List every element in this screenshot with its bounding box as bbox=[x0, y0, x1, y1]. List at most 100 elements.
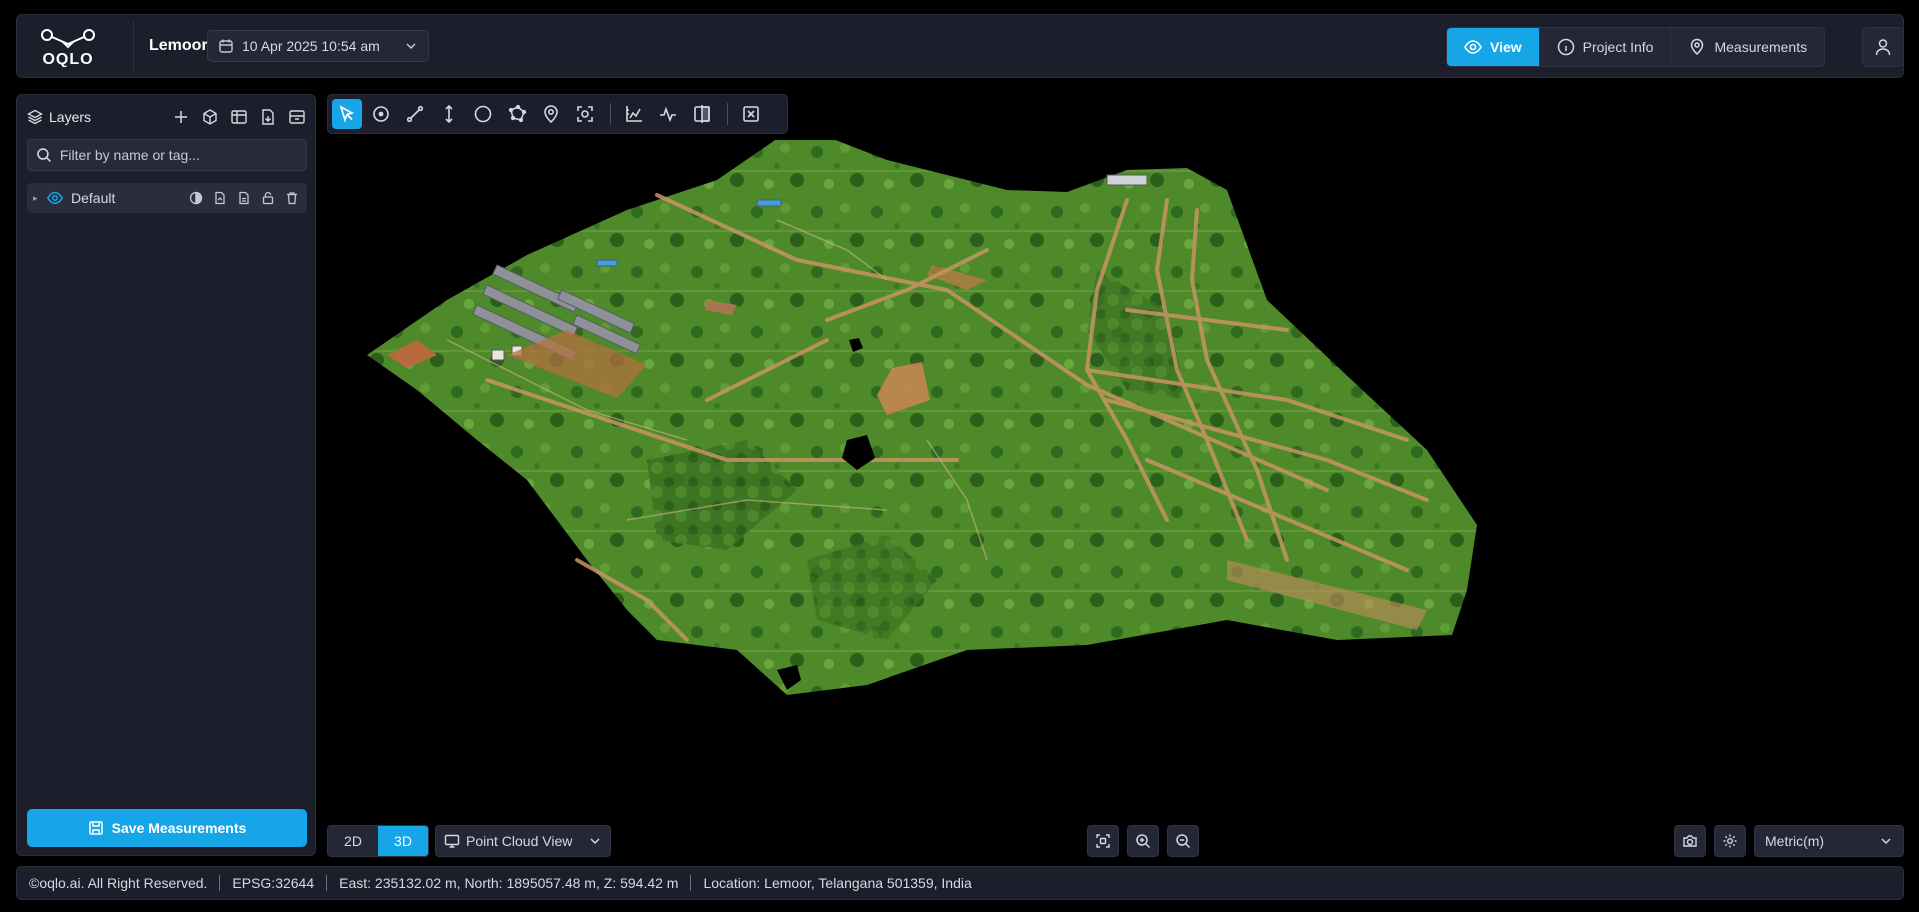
compare-tool-button[interactable] bbox=[687, 99, 717, 129]
measure-toolbar bbox=[327, 94, 788, 134]
layer-name: Default bbox=[71, 190, 116, 206]
select-tool-button[interactable] bbox=[332, 99, 362, 129]
user-menu-button[interactable] bbox=[1862, 27, 1904, 67]
chevron-down-icon bbox=[1881, 838, 1891, 845]
toolbar-separator bbox=[727, 103, 728, 125]
layer-actions bbox=[187, 189, 301, 207]
zoom-out-icon bbox=[1176, 834, 1191, 849]
layer-filter[interactable] bbox=[27, 139, 307, 171]
viewport-options: Metric(m) bbox=[1674, 825, 1904, 857]
project-name: Lemoor bbox=[149, 37, 208, 54]
layers-icon bbox=[27, 109, 43, 125]
search-icon bbox=[37, 148, 51, 163]
render-mode-select[interactable]: Point Cloud View bbox=[435, 825, 611, 857]
layers-title: Layers bbox=[49, 109, 92, 125]
settings-button[interactable] bbox=[1714, 825, 1746, 857]
units-value: Metric(m) bbox=[1765, 833, 1825, 849]
point-cloud-viewport[interactable] bbox=[327, 140, 1904, 860]
unlock-icon[interactable] bbox=[259, 189, 277, 207]
status-separator bbox=[326, 875, 328, 891]
zoom-in-button[interactable] bbox=[1127, 825, 1159, 857]
view-button[interactable]: View bbox=[1447, 28, 1540, 66]
polygon-icon bbox=[508, 104, 527, 123]
fit-screen-icon bbox=[1096, 834, 1110, 848]
focus-tool-button[interactable] bbox=[570, 99, 600, 129]
terrain-surface bbox=[367, 140, 1477, 695]
layer-filter-input[interactable] bbox=[59, 147, 298, 163]
mode-2d-button[interactable]: 2D bbox=[328, 826, 378, 856]
units-select[interactable]: Metric(m) bbox=[1754, 825, 1904, 857]
screenshot-button[interactable] bbox=[1674, 825, 1706, 857]
point-tool-button[interactable] bbox=[366, 99, 396, 129]
zoom-out-button[interactable] bbox=[1167, 825, 1199, 857]
monitor-icon bbox=[444, 834, 460, 848]
split-view-icon bbox=[694, 105, 710, 123]
toolbar-separator bbox=[610, 103, 611, 125]
status-bar: ©oqlo.ai. All Right Reserved. EPSG:32644… bbox=[16, 866, 1904, 900]
view-button-label: View bbox=[1490, 39, 1522, 55]
height-arrow-icon bbox=[445, 104, 453, 124]
opacity-icon[interactable] bbox=[187, 189, 205, 207]
dimension-toggle: 2D 3D bbox=[327, 825, 429, 857]
cursor-icon bbox=[339, 105, 355, 123]
app-root: OQLO Lemoor 10 Apr 2025 10:54 am View Pr… bbox=[0, 0, 1919, 912]
svg-text:OQLO: OQLO bbox=[42, 51, 93, 67]
status-separator bbox=[219, 875, 221, 891]
measurements-button[interactable]: Measurements bbox=[1671, 28, 1824, 66]
add-3d-model-icon[interactable] bbox=[200, 107, 220, 127]
eye-icon bbox=[1464, 40, 1482, 54]
area-tool-button[interactable] bbox=[502, 99, 532, 129]
date-picker[interactable]: 10 Apr 2025 10:54 am bbox=[207, 30, 429, 62]
circle-tool-button[interactable] bbox=[468, 99, 498, 129]
clear-tool-button[interactable] bbox=[736, 99, 766, 129]
marker-tool-button[interactable] bbox=[536, 99, 566, 129]
close-box-icon bbox=[743, 106, 759, 122]
eye-icon[interactable] bbox=[47, 190, 63, 206]
epsg-code: EPSG:32644 bbox=[232, 875, 315, 891]
copyright-text: ©oqlo.ai. All Right Reserved. bbox=[29, 875, 208, 891]
layers-header: Layers bbox=[27, 105, 307, 129]
height-tool-button[interactable] bbox=[434, 99, 464, 129]
render-mode-value: Point Cloud View bbox=[466, 833, 573, 849]
export-file-icon[interactable] bbox=[211, 189, 229, 207]
save-measurements-label: Save Measurements bbox=[111, 820, 247, 836]
map-pin-icon bbox=[544, 105, 558, 124]
info-icon bbox=[1557, 38, 1574, 56]
profile-tool-button[interactable] bbox=[619, 99, 649, 129]
measurements-label: Measurements bbox=[1714, 39, 1808, 55]
zoom-in-icon bbox=[1136, 834, 1151, 849]
header-divider bbox=[133, 21, 134, 73]
chart-axis-icon bbox=[626, 106, 642, 122]
chevron-down-icon bbox=[406, 43, 416, 50]
project-info-button[interactable]: Project Info bbox=[1540, 28, 1672, 66]
scan-icon bbox=[577, 106, 593, 122]
mode-3d-button[interactable]: 3D bbox=[378, 826, 428, 856]
view-nav-group: View Project Info Measurements bbox=[1446, 27, 1826, 67]
archive-icon[interactable] bbox=[287, 107, 307, 127]
layers-tools bbox=[171, 107, 307, 127]
circle-icon bbox=[474, 105, 492, 123]
expand-caret-icon[interactable]: ▸ bbox=[33, 193, 47, 204]
ruler-line-icon bbox=[406, 105, 424, 123]
add-layer-icon[interactable] bbox=[171, 107, 191, 127]
date-value: 10 Apr 2025 10:54 am bbox=[242, 38, 380, 54]
point-icon bbox=[373, 106, 389, 122]
chevron-down-icon bbox=[590, 838, 600, 845]
save-measurements-button[interactable]: Save Measurements bbox=[27, 809, 307, 847]
gear-icon bbox=[1723, 834, 1737, 848]
distance-tool-button[interactable] bbox=[400, 99, 430, 129]
map-pin-icon bbox=[1691, 38, 1704, 56]
duplicate-file-icon[interactable] bbox=[235, 189, 253, 207]
elevation-tool-button[interactable] bbox=[653, 99, 683, 129]
oqlo-logo[interactable]: OQLO bbox=[33, 27, 103, 67]
project-info-label: Project Info bbox=[1582, 39, 1654, 55]
calendar-icon bbox=[219, 39, 233, 53]
import-file-icon[interactable] bbox=[258, 107, 278, 127]
layer-row-default[interactable]: ▸ Default bbox=[27, 183, 307, 213]
zoom-controls bbox=[1087, 825, 1199, 857]
add-table-icon[interactable] bbox=[229, 107, 249, 127]
location-text: Location: Lemoor, Telangana 501359, Indi… bbox=[703, 875, 972, 891]
trash-icon[interactable] bbox=[283, 189, 301, 207]
camera-icon bbox=[1683, 835, 1697, 847]
fit-view-button[interactable] bbox=[1087, 825, 1119, 857]
